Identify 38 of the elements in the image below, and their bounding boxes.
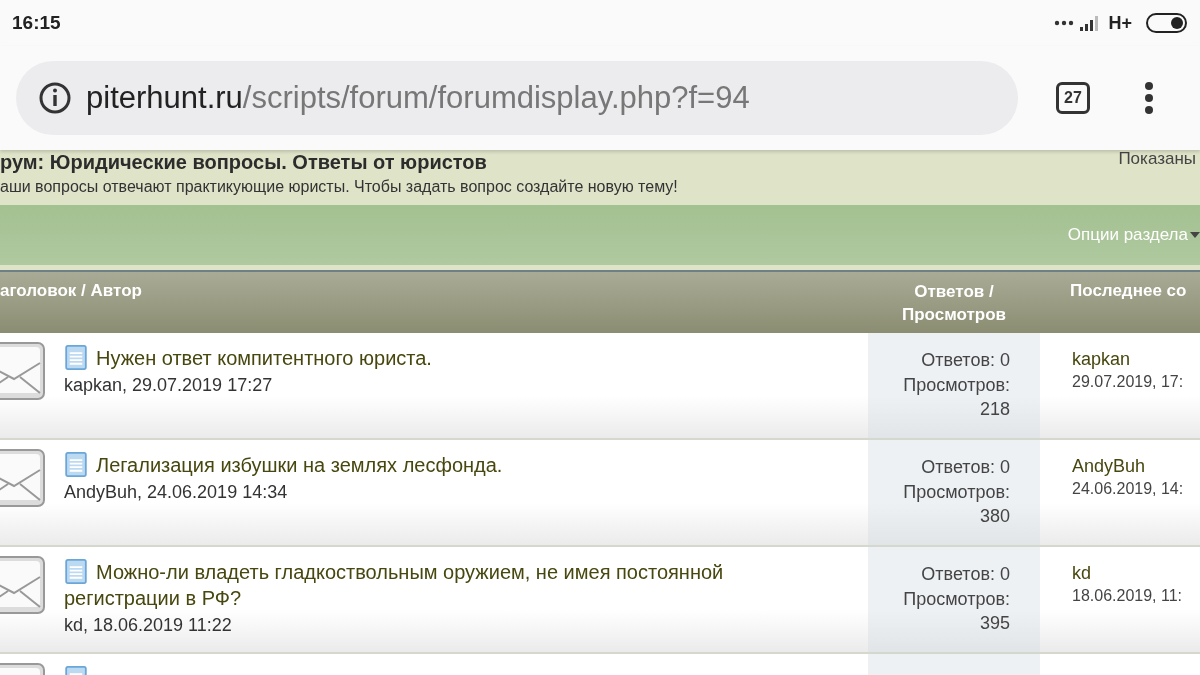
dots-icon: [1054, 20, 1075, 26]
document-icon: [64, 452, 88, 477]
envelope-icon: [0, 555, 46, 615]
forum-title: рум: Юридические вопросы. Ответы от юристов: [0, 151, 488, 174]
info-icon: [38, 81, 72, 115]
replies-count: Ответов: 0: [920, 456, 1010, 479]
last-post-author-link[interactable]: kapkan: [1072, 349, 1184, 370]
replies-count: Ответов: 0: [920, 563, 1010, 586]
network-label: H+: [1108, 12, 1132, 34]
document-icon: [64, 345, 88, 370]
last-post-date: 24.06.2019, 14:: [1072, 480, 1184, 498]
envelope-icon: [0, 341, 46, 401]
caret-icon: [1190, 232, 1200, 238]
tab-count-button[interactable]: 27: [1056, 82, 1090, 114]
views-count: Просмотров: 380: [902, 480, 1010, 528]
last-post-date: 29.07.2019, 17:: [1072, 373, 1184, 391]
thread-author-date: kd, 18.06.2019 11:22: [64, 615, 233, 636]
forum-description: аши вопросы отвечают практикующие юристы. Чтобы задать вопрос создайте новую тему!: [0, 178, 678, 196]
replies-count: Ответов: 0: [920, 349, 1010, 372]
menu-button[interactable]: [1144, 82, 1154, 114]
address-field[interactable]: piterhunt.ru/scripts/forum/forumdisplay.php?f=94: [16, 61, 1018, 135]
thread-title-link[interactable]: Легализация избушки на землях лесфонда.: [64, 452, 808, 478]
views-count: Просмотров: 395: [902, 587, 1010, 635]
thread-author-date: kapkan, 29.07.2019 17:27: [64, 375, 274, 396]
last-post-date: 18.06.2019, 11:: [1072, 587, 1183, 605]
showing-label: Показаны: [1118, 150, 1197, 170]
battery-icon: [1146, 13, 1188, 33]
views-count: Просмотров: 218: [902, 373, 1010, 421]
clock-time: 16:15: [12, 12, 61, 34]
thread-author-date: AndyBuh, 24.06.2019 14:34: [64, 482, 289, 503]
url-path: /scripts/forum/forumdisplay.php?f=94: [242, 80, 750, 115]
document-icon: [64, 559, 88, 584]
thread-title-link[interactable]: Можно-ли владеть гладкоствольным оружием, не имея постоянной регистрации в РФ?: [64, 559, 808, 611]
thread-title-link[interactable]: Нужен ответ компитентного юриста.: [64, 345, 808, 371]
envelope-icon: [0, 448, 46, 508]
url-domain: piterhunt.ru: [86, 80, 243, 115]
last-post-author-link[interactable]: kd: [1072, 563, 1183, 584]
last-post-author-link[interactable]: AndyBuh: [1072, 456, 1184, 477]
